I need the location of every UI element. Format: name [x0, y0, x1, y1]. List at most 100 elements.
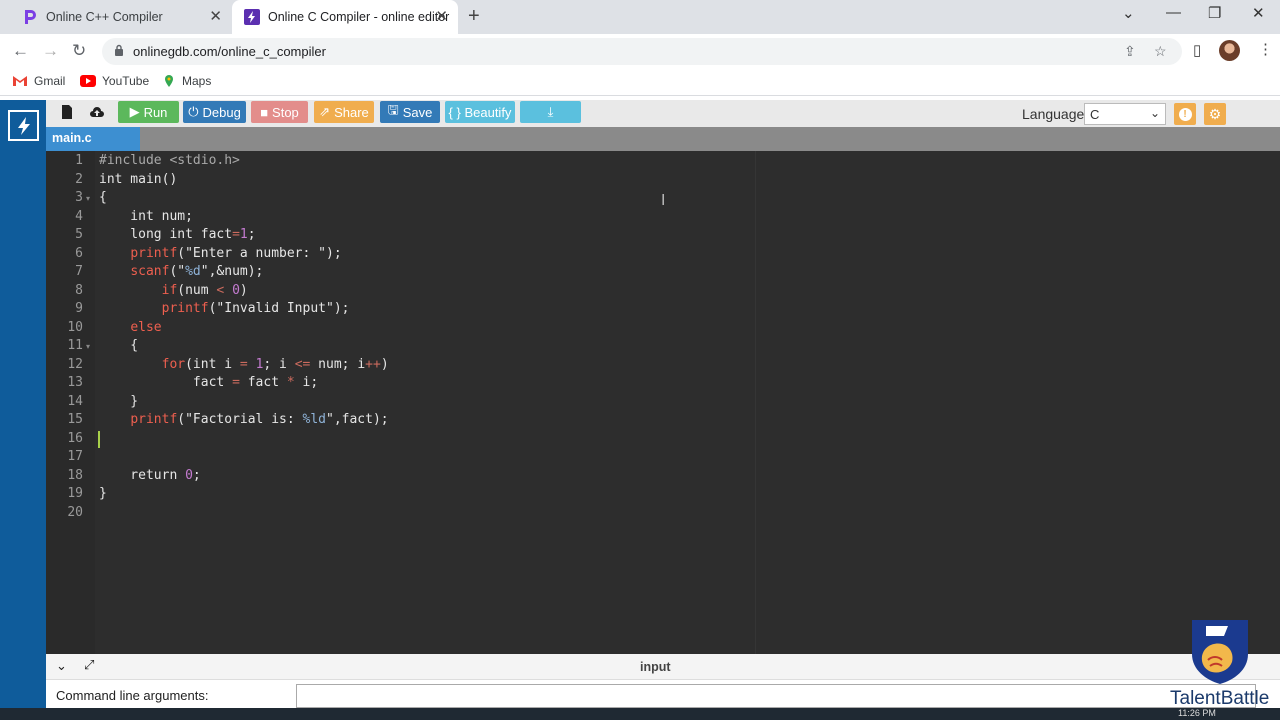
- code-token: }: [99, 486, 107, 501]
- code-token: return: [99, 467, 186, 483]
- expand-arrows-icon[interactable]: ⤢: [84, 657, 94, 673]
- code-token: fact: [239, 375, 287, 390]
- bookmark-gmail[interactable]: Gmail: [12, 74, 65, 88]
- line-number: 9: [75, 301, 83, 316]
- stop-button[interactable]: ■ Stop: [251, 101, 308, 123]
- code-token: i;: [294, 375, 319, 390]
- debug-button[interactable]: ⏻ Debug: [183, 101, 246, 123]
- omnibox[interactable]: onlinegdb.com/online_c_compiler ⇪ ☆: [102, 38, 1182, 65]
- fold-toggle-icon[interactable]: ▾: [86, 342, 90, 351]
- tab-search-chevron-icon[interactable]: ⌄: [1122, 4, 1135, 22]
- reload-icon[interactable]: ↻: [72, 41, 86, 61]
- line-number: 19: [67, 486, 83, 501]
- forward-arrow-icon[interactable]: →: [42, 41, 59, 61]
- browser-menu-icon[interactable]: ⋮: [1258, 40, 1273, 58]
- close-window-icon[interactable]: ✕: [1252, 4, 1265, 22]
- code-token: {: [99, 338, 139, 353]
- print-margin: [755, 151, 756, 654]
- tab-close-icon[interactable]: ✕: [209, 9, 222, 25]
- new-file-button[interactable]: [54, 101, 80, 123]
- code-token: =: [232, 375, 240, 390]
- code-token: *: [286, 375, 295, 390]
- onlinegdb-logo-icon[interactable]: [8, 110, 39, 141]
- collapse-chevron-icon[interactable]: ⌄: [56, 658, 67, 674]
- code-token: printf: [130, 412, 178, 427]
- text-i-beam-cursor-icon: I: [661, 191, 666, 209]
- code-token: scanf: [130, 264, 170, 279]
- code-token: ("Factorial is:: [177, 412, 303, 427]
- play-icon: ▶: [129, 104, 140, 119]
- line-number: 3: [75, 190, 83, 205]
- bookmarks-bar: Gmail YouTube Maps: [0, 68, 1280, 96]
- browser-tab-cpp-compiler[interactable]: Online C++ Compiler ✕: [10, 0, 232, 34]
- browser-tab-bar: Online C++ Compiler ✕ Online C Compiler …: [0, 0, 1280, 34]
- share-page-icon[interactable]: ⇪: [1124, 43, 1136, 60]
- line-number: 13: [67, 375, 83, 390]
- download-button[interactable]: ⤓: [520, 101, 581, 123]
- code-token: printf: [130, 245, 178, 261]
- code-token: %ld: [302, 412, 326, 427]
- code-line: scanf("%d",&num);: [99, 264, 263, 279]
- sidebar: [0, 100, 46, 708]
- code-token: ;: [192, 467, 201, 483]
- code-token: ",&num);: [200, 264, 264, 279]
- profile-avatar[interactable]: [1219, 40, 1240, 61]
- language-select[interactable]: C ⌄: [1084, 103, 1166, 125]
- fold-toggle-icon[interactable]: ▾: [86, 194, 90, 203]
- share-button[interactable]: ⇗ Share: [314, 101, 374, 123]
- code-line: int num;: [99, 209, 193, 224]
- minimize-icon[interactable]: —: [1166, 4, 1181, 21]
- youtube-icon: [80, 75, 96, 87]
- talentbattle-watermark: TalentBattle: [1170, 616, 1278, 716]
- gear-icon: ⚙: [1208, 105, 1222, 122]
- upload-button[interactable]: [84, 101, 110, 123]
- line-number: 12: [67, 356, 83, 372]
- share-label: Share: [334, 104, 369, 120]
- code-token: ",fact);: [326, 412, 389, 427]
- code-token: (": [169, 264, 186, 279]
- run-button[interactable]: ▶ Run: [118, 101, 179, 123]
- code-line: int main(): [99, 172, 177, 187]
- file-tabs-bar: main.c: [46, 127, 1280, 151]
- file-tab-main-c[interactable]: main.c: [46, 127, 140, 151]
- code-token: (num: [177, 282, 217, 298]
- address-bar-row: ← → ↻ onlinegdb.com/online_c_compiler ⇪ …: [0, 34, 1280, 68]
- code-line: printf("Invalid Input");: [99, 301, 350, 316]
- code-token: ("Invalid Input");: [208, 301, 350, 316]
- settings-button[interactable]: ⚙: [1204, 103, 1226, 125]
- tab-title: Online C Compiler - online editor: [268, 10, 450, 24]
- debug-icon: ⏻: [188, 104, 199, 119]
- code-token: 1: [239, 227, 248, 242]
- tab-close-icon[interactable]: ✕: [435, 9, 448, 25]
- save-button[interactable]: 🖫 Save: [380, 101, 440, 123]
- code-line: fact = fact * i;: [99, 375, 318, 390]
- code-token: num; i: [310, 356, 366, 372]
- file-icon: [62, 105, 72, 119]
- browser-tab-c-compiler[interactable]: Online C Compiler - online editor ✕: [232, 0, 458, 34]
- code-token: ;: [247, 227, 256, 242]
- command-line-args-input[interactable]: [296, 684, 1256, 708]
- code-line: if(num < 0): [99, 283, 248, 298]
- restore-icon[interactable]: ❐: [1208, 4, 1221, 22]
- code-token: printf: [161, 301, 209, 316]
- side-panel-icon[interactable]: ▯: [1193, 41, 1201, 59]
- watermark-text: TalentBattle: [1170, 688, 1270, 709]
- bookmark-maps[interactable]: Maps: [162, 74, 211, 88]
- beautify-button[interactable]: { } Beautify: [445, 101, 515, 123]
- info-button[interactable]: !: [1174, 103, 1196, 125]
- editor-toolbar: ▶ Run ⏻ Debug ■ Stop ⇗ Share 🖫 Save { } …: [46, 100, 1280, 127]
- line-number: 7: [75, 264, 83, 279]
- new-tab-plus-icon[interactable]: +: [468, 5, 480, 28]
- code-token: long int fact: [99, 227, 233, 242]
- bookmark-star-icon[interactable]: ☆: [1154, 43, 1167, 60]
- code-line: }: [99, 486, 107, 501]
- bookmark-youtube[interactable]: YouTube: [80, 74, 149, 88]
- line-number: 5: [75, 227, 83, 242]
- code-editor[interactable]: 1 2 3 ▾ 4 5 6 7 8 9 10 11 ▾ 12 13 14 15 16 17 18 19 20 #inclu…: [46, 151, 1280, 654]
- command-line-args-label: Command line arguments:: [56, 688, 209, 703]
- code-line: }: [99, 394, 138, 409]
- back-arrow-icon[interactable]: ←: [12, 41, 29, 61]
